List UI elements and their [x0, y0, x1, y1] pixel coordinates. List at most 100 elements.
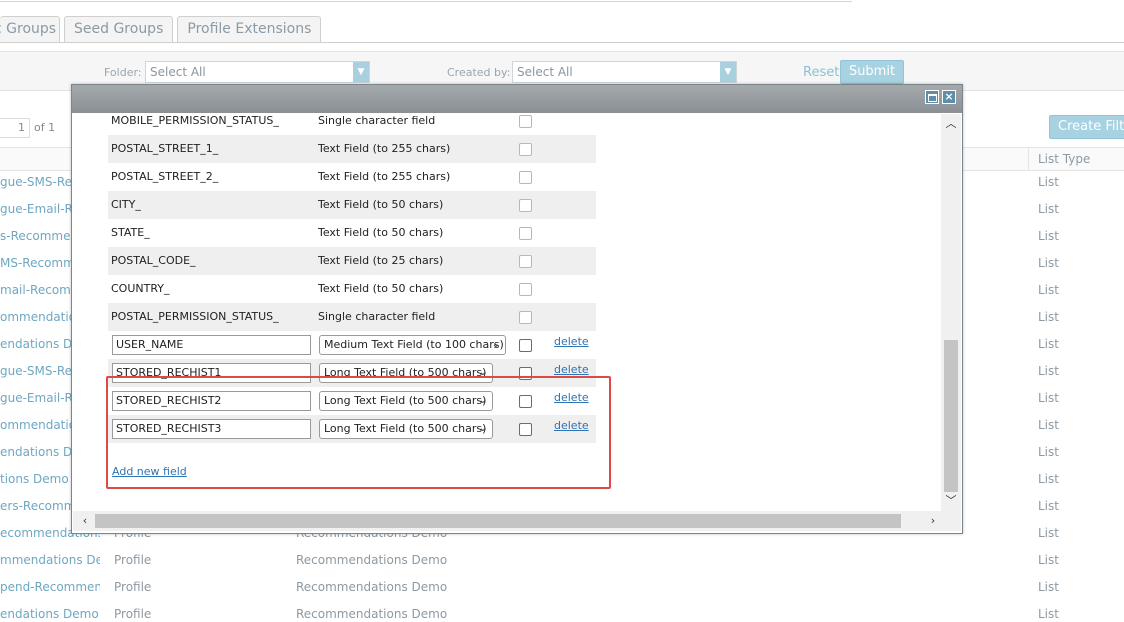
field-type: Text Field (to 255 chars): [318, 170, 451, 183]
field-row: COUNTRY_ Text Field (to 50 chars): [108, 275, 596, 303]
tab-seed-groups[interactable]: Seed Groups: [64, 16, 174, 42]
row-name[interactable]: mmendations De...: [0, 547, 100, 574]
tab-groups[interactable]: c Groups: [0, 16, 60, 42]
field-row: MOBILE_PERMISSION_STATUS_ Single characte…: [108, 114, 596, 135]
page-number-input[interactable]: 1: [0, 118, 30, 138]
field-checkbox[interactable]: [519, 115, 532, 128]
field-row: POSTAL_STREET_2_ Text Field (to 255 chars…: [108, 163, 596, 191]
field-checkbox[interactable]: [519, 339, 532, 352]
field-name: POSTAL_STREET_1_: [111, 142, 219, 155]
field-row: POSTAL_CODE_ Text Field (to 25 chars): [108, 247, 596, 275]
scroll-right-icon[interactable]: ›: [925, 513, 941, 529]
delete-field-link[interactable]: delete: [554, 363, 589, 376]
field-type: Text Field (to 255 chars): [318, 142, 451, 155]
field-name: STATE_: [111, 226, 150, 239]
field-name: MOBILE_PERMISSION_STATUS_: [111, 114, 279, 127]
row-list-type: List: [1038, 607, 1059, 621]
field-name-input[interactable]: USER_NAME: [112, 335, 311, 355]
field-name: POSTAL_PERMISSION_STATUS_: [111, 310, 279, 323]
scroll-up-icon[interactable]: ︿: [941, 116, 961, 132]
row-list-type: List: [1038, 202, 1059, 216]
table-row[interactable]: mmendations De... Profile Recommendations …: [0, 547, 1124, 574]
field-type: Text Field (to 50 chars): [318, 282, 444, 295]
field-type: Text Field (to 25 chars): [318, 254, 444, 267]
field-name: POSTAL_STREET_2_: [111, 170, 219, 183]
close-icon[interactable]: ×: [942, 90, 956, 104]
row-list-type: List: [1038, 337, 1059, 351]
field-checkbox[interactable]: [519, 311, 532, 324]
delete-field-link[interactable]: delete: [554, 335, 589, 348]
field-type: Single character field: [318, 114, 436, 127]
row-profile-type: Profile: [114, 607, 152, 621]
list-type-header[interactable]: List Type: [1028, 148, 1090, 170]
field-name: COUNTRY_: [111, 282, 170, 295]
row-list-type: List: [1038, 229, 1059, 243]
field-type-value: Medium Text Field (to 100 chars): [324, 338, 504, 351]
reset-link[interactable]: Reset: [803, 65, 839, 80]
field-checkbox[interactable]: [519, 199, 532, 212]
scroll-down-icon[interactable]: ﹀: [941, 493, 961, 509]
field-checkbox[interactable]: [519, 283, 532, 296]
chevron-down-icon: ▼: [353, 62, 369, 82]
folder-select-value: Select All: [150, 65, 206, 79]
row-folder: Recommendations Demo: [296, 607, 448, 621]
row-list-type: List: [1038, 283, 1059, 297]
row-list-type: List: [1038, 580, 1059, 594]
dialog-titlebar[interactable]: ×: [72, 85, 962, 113]
row-folder: Recommendations Demo: [296, 580, 448, 594]
scroll-left-icon[interactable]: ‹: [77, 513, 93, 529]
created-by-select-value: Select All: [517, 65, 573, 79]
create-filter-button[interactable]: Create Filt: [1049, 115, 1124, 139]
tab-profile-extensions[interactable]: Profile Extensions: [177, 16, 322, 42]
field-type-select[interactable]: Medium Text Field (to 100 chars) ⌄: [319, 335, 506, 355]
row-list-type: List: [1038, 553, 1059, 567]
field-type: Text Field (to 50 chars): [318, 226, 444, 239]
highlight-box: [106, 376, 611, 489]
field-name: POSTAL_CODE_: [111, 254, 196, 267]
row-profile-type: Profile: [114, 553, 152, 567]
chevron-down-icon: ⌄: [491, 339, 500, 350]
field-type: Single character field: [318, 310, 436, 323]
folder-label: Folder:: [104, 66, 142, 79]
field-checkbox[interactable]: [519, 255, 532, 268]
row-list-type: List: [1038, 310, 1059, 324]
row-list-type: List: [1038, 391, 1059, 405]
folder-select[interactable]: Select All ▼: [145, 61, 370, 83]
row-name[interactable]: endations Demo ...: [0, 601, 100, 622]
row-list-type: List: [1038, 526, 1059, 540]
submit-button[interactable]: Submit: [840, 60, 904, 84]
created-by-label: Created by:: [447, 66, 511, 79]
row-profile-type: Profile: [114, 580, 152, 594]
row-name[interactable]: pend-Recommen...: [0, 574, 100, 601]
table-row[interactable]: endations Demo ... Profile Recommendations…: [0, 601, 1124, 622]
restore-icon[interactable]: [925, 90, 939, 104]
row-list-type: List: [1038, 418, 1059, 432]
field-row: STATE_ Text Field (to 50 chars): [108, 219, 596, 247]
vertical-scrollbar[interactable]: ︿ ﹀: [941, 114, 961, 511]
row-list-type: List: [1038, 499, 1059, 513]
row-list-type: List: [1038, 175, 1059, 189]
top-divider: [0, 0, 852, 2]
field-type: Text Field (to 50 chars): [318, 198, 444, 211]
created-by-select[interactable]: Select All ▼: [512, 61, 737, 83]
field-checkbox[interactable]: [519, 171, 532, 184]
row-list-type: List: [1038, 256, 1059, 270]
tab-bar: c Groups Seed Groups Profile Extensions: [0, 16, 322, 42]
profile-extension-dialog: × MOBILE_PERMISSION_STATUS_ Single charac…: [71, 84, 963, 534]
field-name: CITY_: [111, 198, 141, 211]
vertical-scroll-thumb[interactable]: [944, 340, 958, 492]
editable-field-row: USER_NAME Medium Text Field (to 100 chars…: [108, 331, 596, 359]
table-row[interactable]: pend-Recommen... Profile Recommendations D…: [0, 574, 1124, 601]
field-checkbox[interactable]: [519, 227, 532, 240]
tabs-divider: [0, 42, 1124, 43]
field-row: POSTAL_PERMISSION_STATUS_ Single characte…: [108, 303, 596, 331]
field-checkbox[interactable]: [519, 143, 532, 156]
horizontal-scrollbar[interactable]: ‹ ›: [73, 511, 941, 531]
field-row: POSTAL_STREET_1_ Text Field (to 255 chars…: [108, 135, 596, 163]
row-list-type: List: [1038, 445, 1059, 459]
row-list-type: List: [1038, 472, 1059, 486]
row-folder: Recommendations Demo: [296, 553, 448, 567]
horizontal-scroll-thumb[interactable]: [95, 514, 901, 528]
row-list-type: List: [1038, 364, 1059, 378]
field-row: CITY_ Text Field (to 50 chars): [108, 191, 596, 219]
